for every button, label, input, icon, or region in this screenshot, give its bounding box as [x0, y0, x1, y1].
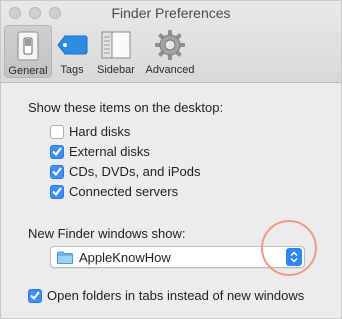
- title-bar: Finder Preferences General Tags Sidebar …: [1, 1, 341, 83]
- hard-disks-checkbox[interactable]: [50, 124, 64, 139]
- desktop-items-heading: Show these items on the desktop:: [28, 100, 224, 115]
- tab-advanced-label: Advanced: [145, 64, 195, 76]
- hard-disks-option[interactable]: Hard disks: [50, 124, 130, 139]
- checkmark-icon: [30, 291, 40, 300]
- gear-icon: [154, 29, 186, 61]
- external-disks-option[interactable]: External disks: [50, 144, 150, 159]
- tab-sidebar-label: Sidebar: [97, 64, 135, 76]
- checkmark-icon: [52, 187, 62, 196]
- new-window-heading: New Finder windows show:: [28, 226, 186, 241]
- new-window-value: AppleKnowHow: [79, 249, 171, 265]
- tab-tags[interactable]: Tags: [54, 25, 90, 78]
- folder-icon: [57, 251, 73, 264]
- external-disks-label: External disks: [69, 144, 150, 159]
- tab-advanced[interactable]: Advanced: [142, 25, 198, 78]
- checkmark-icon: [52, 147, 62, 156]
- connected-servers-option[interactable]: Connected servers: [50, 184, 178, 199]
- cds-dvds-ipods-label: CDs, DVDs, and iPods: [69, 164, 201, 179]
- finder-preferences-window: Finder Preferences General Tags Sidebar …: [0, 0, 342, 319]
- preferences-toolbar: General Tags Sidebar Advanced: [4, 25, 198, 78]
- updown-arrows-icon[interactable]: [286, 248, 302, 266]
- window-title: Finder Preferences: [111, 5, 231, 21]
- connected-servers-label: Connected servers: [69, 184, 179, 199]
- external-disks-checkbox[interactable]: [50, 144, 64, 159]
- tab-tags-label: Tags: [60, 64, 84, 76]
- cds-dvds-ipods-option[interactable]: CDs, DVDs, and iPods: [50, 164, 201, 179]
- tab-general[interactable]: General: [4, 25, 52, 78]
- open-in-tabs-label: Open folders in tabs instead of new wind…: [47, 288, 305, 303]
- tab-sidebar[interactable]: Sidebar: [92, 25, 140, 78]
- cds-dvds-ipods-checkbox[interactable]: [50, 164, 64, 179]
- tab-general-label: General: [8, 65, 48, 77]
- sidebar-icon: [100, 29, 132, 61]
- general-pane: Show these items on the desktop: Hard di…: [1, 83, 341, 318]
- general-switch-icon: [12, 30, 44, 62]
- hard-disks-label: Hard disks: [69, 124, 131, 139]
- open-in-tabs-checkbox[interactable]: [28, 288, 42, 303]
- open-in-tabs-option[interactable]: Open folders in tabs instead of new wind…: [28, 288, 304, 303]
- new-window-popup-button[interactable]: AppleKnowHow: [50, 246, 305, 268]
- tag-icon: [56, 29, 88, 61]
- checkmark-icon: [52, 167, 62, 176]
- connected-servers-checkbox[interactable]: [50, 184, 64, 199]
